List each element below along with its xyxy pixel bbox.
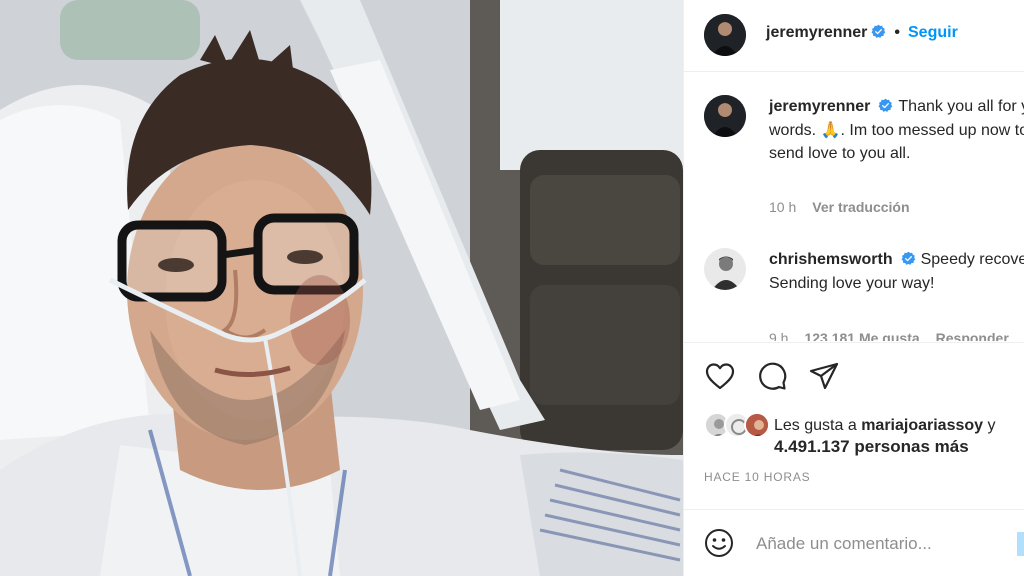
- author-username[interactable]: jeremyrenner: [766, 24, 867, 41]
- comment-body: jeremyrennerThank you all for your kind …: [769, 95, 1024, 166]
- follow-button[interactable]: Seguir: [908, 24, 958, 41]
- liker-avatars: [704, 412, 774, 438]
- comment-body: chrishemsworthSpeedy recovery buddy. Sen…: [769, 248, 1024, 295]
- comment-meta: 10 h Ver traducción: [769, 199, 926, 215]
- paper-plane-icon: [809, 362, 839, 390]
- comment-input[interactable]: [756, 530, 1024, 558]
- hospital-selfie-illustration: [0, 0, 683, 576]
- author-avatar[interactable]: [704, 14, 746, 56]
- emoji-button[interactable]: [704, 528, 734, 563]
- liker-avatar: [744, 412, 770, 438]
- like-button[interactable]: [704, 360, 736, 392]
- comment-time: 10 h: [769, 199, 797, 215]
- avatar-image: [704, 248, 746, 290]
- post-comment-button[interactable]: [1017, 532, 1024, 556]
- verified-badge-icon: [901, 250, 916, 265]
- share-button[interactable]: [808, 360, 840, 392]
- likes-conjunction: y: [987, 417, 996, 434]
- comment-username[interactable]: jeremyrenner: [769, 98, 870, 115]
- post-header: jeremyrenner • Seguir: [684, 0, 1024, 72]
- comment-icon: [759, 362, 787, 390]
- post-sidebar: jeremyrenner • Seguir jeremyrenner Thank yo…: [683, 0, 1024, 576]
- comment-button[interactable]: [756, 360, 788, 392]
- heart-icon: [705, 363, 735, 390]
- avatar-image: [704, 14, 746, 56]
- post-timestamp[interactable]: HACE 10 HORAS: [704, 470, 810, 484]
- comment-like-count[interactable]: 123.181 Me gusta: [804, 330, 919, 341]
- comment-time: 9 h: [769, 330, 789, 341]
- verified-badge-icon: [871, 24, 886, 39]
- translate-link[interactable]: Ver traducción: [812, 199, 909, 215]
- verified-badge-icon: [878, 97, 893, 112]
- likes-prefix: Les gusta a: [774, 417, 857, 434]
- post-photo[interactable]: [0, 0, 683, 576]
- avatar-image: [704, 95, 746, 137]
- likes-count[interactable]: 4.491.137 personas más: [774, 437, 969, 457]
- comments-list: jeremyrennerThank you all for your kind …: [684, 73, 1024, 341]
- reply-link[interactable]: Responder: [936, 330, 1009, 341]
- comment-avatar[interactable]: [704, 248, 746, 290]
- comment-avatar[interactable]: [704, 95, 746, 137]
- comment-username[interactable]: chrishemsworth: [769, 251, 893, 268]
- likes-line: Les gusta a mariajoariassoy y: [774, 414, 996, 437]
- comment-meta: 9 h 123.181 Me gusta Responder: [769, 330, 1024, 341]
- header-username-row: jeremyrenner • Seguir: [766, 24, 958, 42]
- liker-username[interactable]: mariajoariassoy: [861, 417, 983, 434]
- likes-summary: Les gusta a mariajoariassoy y 4.491.137 …: [704, 410, 1024, 462]
- post-action-bar: [704, 360, 840, 394]
- smiley-icon: [705, 529, 733, 557]
- actions-divider: [684, 342, 1024, 343]
- header-separator: •: [894, 24, 900, 41]
- add-comment-bar: [684, 510, 1024, 576]
